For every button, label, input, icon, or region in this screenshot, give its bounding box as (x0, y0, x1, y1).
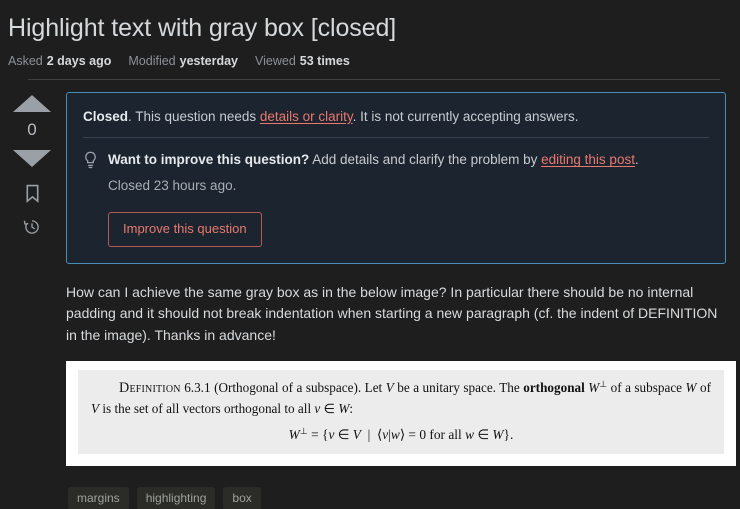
meta-viewed-label: Viewed (255, 53, 296, 68)
page-title: Highlight text with gray box [closed] (8, 14, 397, 42)
closed-status-label: Closed (83, 108, 129, 124)
tag-margins[interactable]: margins (68, 486, 129, 509)
meta-modified-value: yesterday (179, 53, 238, 68)
math-gray-box: Definition 6.3.1 (Orthogonal of a subspa… (78, 369, 724, 454)
meta-modified-label: Modified (128, 53, 176, 68)
meta-viewed: Viewed 53 times (255, 54, 350, 68)
question-main-column: Closed. This question needs details or c… (56, 91, 736, 509)
triangle-up-icon[interactable] (13, 94, 51, 112)
improve-this-question-button[interactable]: Improve this question (108, 212, 262, 247)
improve-text-after: . (634, 152, 639, 168)
question-meta: Asked 2 days ago Modified yesterday Viewed… (8, 54, 726, 79)
math-definition-paragraph: Definition 6.3.1 (Orthogonal of a subspa… (91, 378, 712, 417)
tag-highlighting[interactable]: highlighting (136, 486, 216, 509)
math-definition-title: (Orthogonal of a subspace) (214, 379, 358, 395)
improve-heading: Want to improve this question? (108, 152, 310, 168)
closed-status-line: Closed. This question needs details or c… (83, 107, 709, 138)
tag-list: margins highlighting box (66, 486, 726, 509)
closed-status-text-after: . It is not currently accepting answers. (352, 108, 579, 124)
question-body-text: How can I achieve the same gray box as i… (66, 283, 718, 344)
triangle-down-icon[interactable] (13, 149, 51, 167)
vote-sidebar: 0 (8, 92, 56, 509)
meta-asked-label: Asked (8, 53, 43, 68)
question-page: Highlight text with gray box [closed] As… (0, 0, 740, 509)
lightbulb-icon (83, 150, 98, 169)
meta-asked-value: 2 days ago (46, 53, 112, 68)
editing-this-post-link[interactable]: editing this post (541, 152, 635, 167)
tag-box[interactable]: box (223, 486, 261, 509)
meta-viewed-value: 53 times (299, 53, 350, 68)
improve-text-before: Add details and clarify the problem by (309, 152, 542, 168)
question-header: Highlight text with gray box [closed] As… (0, 0, 740, 80)
bookmark-icon[interactable] (25, 184, 40, 203)
math-screenshot-image[interactable]: Definition 6.3.1 (Orthogonal of a subspa… (66, 360, 736, 466)
closed-ago-text: Closed 23 hours ago. (108, 177, 237, 193)
improve-text: Want to improve this question? Add detai… (108, 150, 709, 247)
question-content: 0 Closed. This question needs details or… (0, 80, 740, 509)
improve-section: Want to improve this question? Add detai… (83, 150, 709, 247)
closed-notice: Closed. This question needs details or c… (66, 91, 726, 264)
vote-count: 0 (27, 119, 37, 139)
meta-asked: Asked 2 days ago (8, 54, 111, 68)
notice-divider (83, 137, 709, 139)
math-definition-number: 6.3.1 (184, 379, 211, 395)
math-definition-label: Definition (119, 379, 181, 396)
meta-modified: Modified yesterday (128, 54, 238, 68)
closed-status-text-before: . This question needs (128, 108, 260, 124)
details-or-clarity-link[interactable]: details or clarity (260, 109, 353, 124)
math-equation: W⊥ = {v ∈ V | ⟨v|w⟩ = 0 for all w ∈ W}. (288, 425, 514, 442)
history-clock-icon[interactable] (23, 218, 41, 236)
